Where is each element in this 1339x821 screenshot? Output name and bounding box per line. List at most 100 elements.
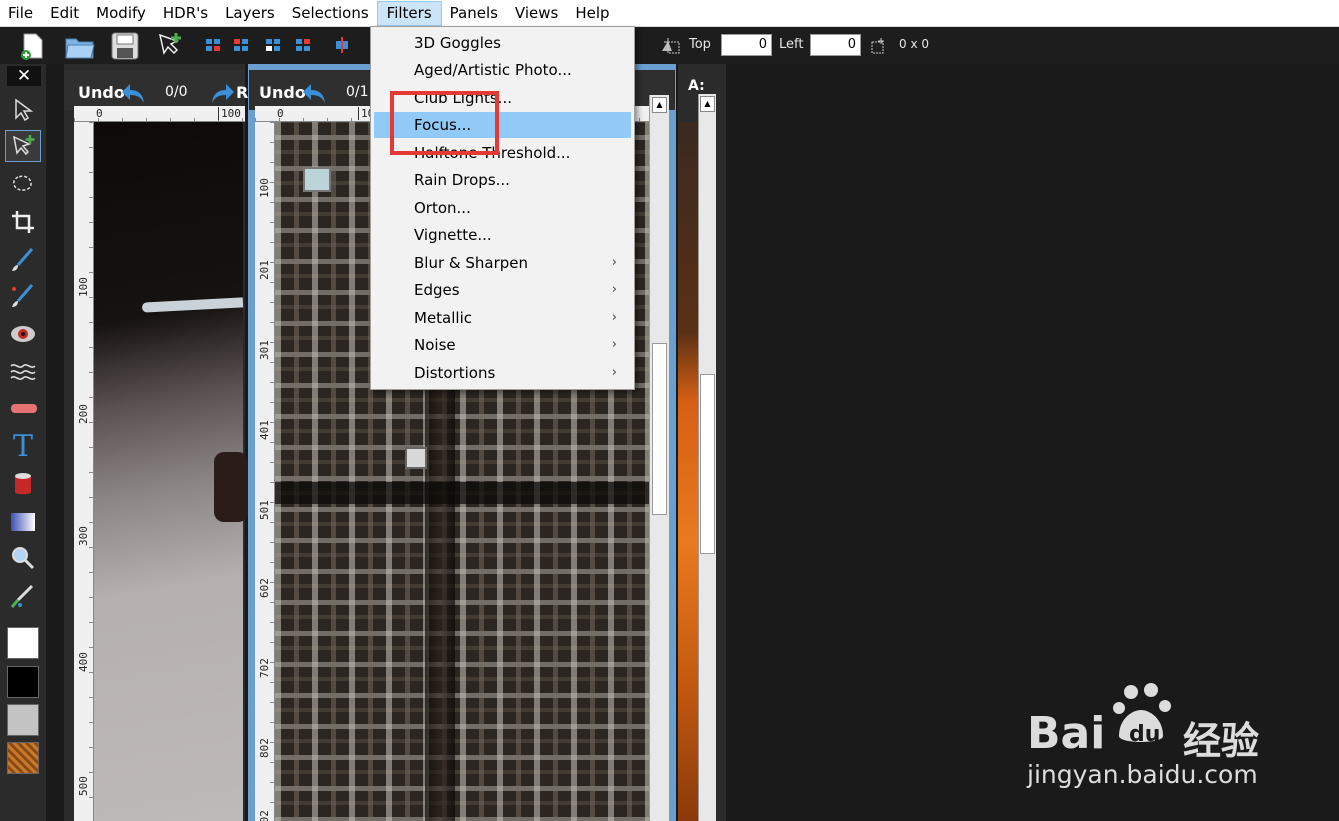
eraser-icon[interactable]: [5, 392, 41, 424]
menu-views[interactable]: Views: [506, 1, 567, 26]
watermark-brand-mid: du: [1129, 722, 1161, 747]
left-label: Left: [779, 37, 804, 52]
menu-vignette[interactable]: Vignette...: [374, 222, 631, 248]
redo-label[interactable]: R: [236, 83, 248, 102]
gradient-tool-icon[interactable]: [5, 506, 41, 538]
baidu-watermark: Bai du 经验 jingyan.baidu.com: [1025, 680, 1325, 800]
vertical-scrollbar[interactable]: ▲: [698, 94, 716, 821]
document-3-canvas[interactable]: [678, 122, 698, 821]
menu-filters[interactable]: Filters: [376, 0, 442, 26]
undo-label[interactable]: Undo: [78, 83, 125, 102]
submenu-arrow-icon: ›: [611, 255, 617, 270]
menu-selections[interactable]: Selections: [283, 1, 378, 26]
filters-dropdown-menu: 3D Goggles Aged/Artistic Photo... Club L…: [370, 26, 635, 390]
document-1-canvas[interactable]: [94, 122, 248, 821]
close-icon[interactable]: ✕: [7, 66, 41, 86]
new-file-icon[interactable]: [18, 31, 48, 60]
menu-hdrs[interactable]: HDR's: [154, 1, 217, 26]
menu-edit[interactable]: Edit: [41, 1, 88, 26]
submenu-arrow-icon: ›: [611, 310, 617, 325]
ruler-label: 0: [96, 107, 103, 120]
vertical-scrollbar[interactable]: ▲: [649, 95, 669, 821]
ruler-label: 501: [258, 500, 271, 520]
scrollbar-thumb[interactable]: [700, 374, 715, 554]
undo-count: 0/1: [346, 84, 369, 100]
menu-file[interactable]: File: [0, 1, 42, 26]
ruler-label: 702: [258, 658, 271, 678]
menu-orton[interactable]: Orton...: [374, 195, 631, 221]
top-input[interactable]: 0: [721, 34, 772, 56]
menu-layers[interactable]: Layers: [216, 1, 284, 26]
smudge-waves-icon[interactable]: [5, 356, 41, 388]
menu-3d-goggles[interactable]: 3D Goggles: [374, 30, 631, 56]
annotation-highlight-box: [390, 91, 499, 155]
undo-count: 0/0: [165, 84, 188, 100]
ruler-label: 301: [258, 340, 271, 360]
menu-distortions[interactable]: Distortions ›: [374, 360, 631, 386]
align-right-icon[interactable]: [233, 37, 249, 53]
photo-rooftop: [405, 447, 427, 469]
photo-object: [141, 297, 244, 313]
horizontal-ruler: 0 100: [74, 106, 245, 122]
document-window-3: A: ▲: [678, 64, 726, 821]
background-color-swatch[interactable]: [7, 666, 39, 698]
menu-rain-drops[interactable]: Rain Drops...: [374, 167, 631, 193]
selection-size-text: 0 x 0: [899, 37, 929, 51]
ruler-label: 802: [258, 738, 271, 758]
ruler-label: 400: [77, 652, 90, 672]
select-add-tool-icon[interactable]: [5, 130, 41, 162]
toolbar: Top 0 Left 0 0 x 0: [0, 27, 1339, 64]
selection-size-icon: [871, 38, 887, 54]
document-3-label: A:: [688, 78, 705, 94]
menu-modify[interactable]: Modify: [87, 1, 155, 26]
menu-blur-sharpen[interactable]: Blur & Sharpen ›: [374, 250, 631, 276]
menu-metallic[interactable]: Metallic ›: [374, 305, 631, 331]
photo-object: [214, 452, 248, 522]
menu-noise[interactable]: Noise ›: [374, 332, 631, 358]
eyedropper-icon[interactable]: [5, 580, 41, 612]
menu-aged-artistic-photo[interactable]: Aged/Artistic Photo...: [374, 57, 631, 83]
ruler-label: 0: [277, 107, 284, 120]
menu-bar: File Edit Modify HDR's Layers Selections…: [0, 0, 1339, 27]
text-tool-icon[interactable]: T: [5, 429, 41, 464]
red-eye-icon[interactable]: [5, 318, 41, 350]
lasso-tool-icon[interactable]: [5, 168, 41, 200]
align-bottom-icon[interactable]: [295, 37, 311, 53]
ruler-label: 902: [258, 810, 271, 821]
align-left-icon[interactable]: [205, 37, 221, 53]
scroll-up-icon[interactable]: ▲: [652, 97, 667, 113]
paint-bucket-icon[interactable]: [5, 468, 41, 500]
paint-brush-icon[interactable]: [5, 244, 41, 276]
spot-brush-icon[interactable]: [5, 280, 41, 312]
scrollbar-thumb[interactable]: [652, 343, 667, 515]
ruler-label: 602: [258, 578, 271, 598]
pointer-tool-icon[interactable]: [5, 94, 41, 126]
texture-swatch[interactable]: [7, 742, 39, 774]
save-icon[interactable]: [110, 31, 140, 60]
align-top-icon[interactable]: [265, 37, 281, 53]
submenu-arrow-icon: ›: [611, 337, 617, 352]
menu-panels[interactable]: Panels: [441, 1, 507, 26]
top-label: Top: [689, 37, 711, 52]
scroll-up-icon[interactable]: ▲: [700, 96, 715, 112]
ruler-label: 200: [77, 404, 90, 424]
undo-label[interactable]: Undo: [259, 83, 306, 102]
flip-icon[interactable]: [334, 37, 350, 53]
menu-edges[interactable]: Edges ›: [374, 277, 631, 303]
crop-tool-icon[interactable]: [5, 206, 41, 238]
watermark-brand-left: Bai: [1027, 708, 1106, 759]
gray-color-swatch[interactable]: [7, 704, 39, 736]
submenu-arrow-icon: ›: [611, 282, 617, 297]
select-add-icon[interactable]: [156, 31, 186, 59]
ruler-label: 100: [77, 277, 90, 297]
open-folder-icon[interactable]: [64, 31, 95, 59]
ruler-label: 100: [218, 107, 241, 120]
watermark-url: jingyan.baidu.com: [1027, 760, 1258, 789]
submenu-arrow-icon: ›: [611, 365, 617, 380]
photo-street: [275, 482, 649, 504]
ruler-label: 500: [77, 776, 90, 796]
zoom-tool-icon[interactable]: [5, 542, 41, 574]
menu-help[interactable]: Help: [566, 1, 618, 26]
left-input[interactable]: 0: [810, 34, 861, 56]
foreground-color-swatch[interactable]: [7, 627, 39, 659]
